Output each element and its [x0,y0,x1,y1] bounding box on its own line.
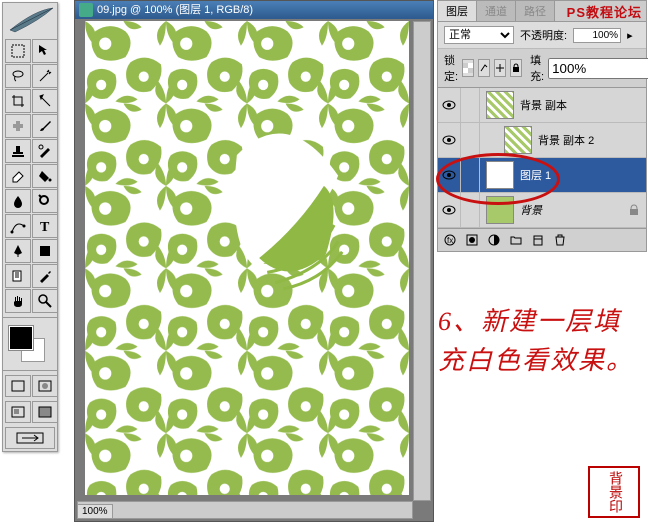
lock-icon [628,204,640,216]
opacity-arrow-icon[interactable]: ▸ [627,29,633,42]
tab-paths[interactable]: 路径 [516,1,555,21]
layer-mask-button[interactable] [464,232,480,248]
layer-name: 背景 [520,202,628,218]
document-titlebar[interactable]: 09.jpg @ 100% (图层 1, RGB/8) [75,1,433,19]
tab-channels[interactable]: 通道 [477,1,516,21]
layer-thumbnail[interactable] [504,126,532,154]
layer-row[interactable]: 背景 副本 2 [438,123,646,158]
lock-image[interactable] [478,59,490,77]
eyedropper-tool[interactable] [32,264,58,288]
fill-input[interactable] [548,58,648,79]
color-swatches[interactable] [3,320,57,368]
screen-mode-1[interactable] [5,401,31,423]
link-cell[interactable] [461,193,480,227]
link-cell[interactable] [461,158,480,192]
pen-tool[interactable] [5,239,31,263]
blend-mode-select[interactable]: 正常 [444,26,514,44]
layer-thumbnail[interactable] [486,91,514,119]
layer-thumbnail[interactable] [486,161,514,189]
brush-tool[interactable] [32,114,58,138]
heal-tool[interactable] [5,114,31,138]
layer-thumbnail[interactable] [486,196,514,224]
foreground-color[interactable] [9,326,33,350]
slice-tool[interactable] [32,89,58,113]
seal-stamp: 背景印 [588,466,640,518]
delete-layer-button[interactable] [552,232,568,248]
lock-position[interactable] [494,59,506,77]
svg-text:T: T [40,220,50,234]
dodge-tool[interactable] [32,189,58,213]
toolbox: T [2,2,58,452]
opacity-label: 不透明度: [520,27,567,43]
svg-text:fx: fx [447,236,453,245]
scrollbar-horizontal[interactable] [77,501,413,519]
layers-panel: 图层 通道 路径 正常 不透明度: ▸ 锁定: 填充: ▸ 背景 副本背景 副本… [437,0,647,252]
layer-group-button[interactable] [508,232,524,248]
file-icon [79,3,93,17]
shape-tool[interactable] [32,239,58,263]
lock-all[interactable] [510,59,522,77]
wand-tool[interactable] [32,64,58,88]
link-cell[interactable] [461,88,480,122]
path-tool[interactable] [5,214,31,238]
fill-label: 填充: [530,52,544,84]
scrollbar-vertical[interactable] [413,21,431,501]
eraser-tool[interactable] [5,164,31,188]
layer-row[interactable]: 背景 副本 [438,88,646,123]
zoom-tool[interactable] [32,289,58,313]
annotation-text: 6、新建一层填充白色看效果。 [438,302,642,380]
history-brush-tool[interactable] [32,139,58,163]
quickmask-mode[interactable] [32,375,58,397]
document-window: 09.jpg @ 100% (图层 1, RGB/8) [74,0,434,522]
watermark-text: PS教程论坛 [567,2,642,21]
lock-label: 锁定: [444,52,458,84]
canvas[interactable] [85,21,409,495]
lasso-tool[interactable] [5,64,31,88]
hand-tool[interactable] [5,289,31,313]
bucket-tool[interactable] [32,164,58,188]
layer-name: 背景 副本 [520,97,646,113]
standard-mode[interactable] [5,375,31,397]
link-cell[interactable] [461,123,480,157]
layer-name: 背景 副本 2 [538,132,646,148]
jump-to-imageready[interactable] [5,427,55,449]
zoom-status[interactable]: 100% [77,504,113,519]
new-layer-button[interactable] [530,232,546,248]
blur-tool[interactable] [5,189,31,213]
layer-row[interactable]: 图层 1 [438,158,646,193]
visibility-toggle[interactable] [438,158,461,192]
opacity-input[interactable] [573,28,621,43]
tab-layers[interactable]: 图层 [438,1,477,21]
layer-name: 图层 1 [520,167,646,183]
adjustment-layer-button[interactable] [486,232,502,248]
lock-transparency[interactable] [462,59,474,77]
layer-row[interactable]: 背景 [438,193,646,228]
crop-tool[interactable] [5,89,31,113]
visibility-toggle[interactable] [438,88,461,122]
screen-mode-2[interactable] [32,401,58,423]
visibility-toggle[interactable] [438,193,461,227]
stamp-tool[interactable] [5,139,31,163]
app-feather-icon [5,5,55,35]
visibility-toggle[interactable] [438,123,461,157]
marquee-tool[interactable] [5,39,31,63]
notes-tool[interactable] [5,264,31,288]
type-tool[interactable]: T [32,214,58,238]
move-tool[interactable] [32,39,58,63]
document-title: 09.jpg @ 100% (图层 1, RGB/8) [97,1,253,19]
layer-fx-button[interactable]: fx [442,232,458,248]
